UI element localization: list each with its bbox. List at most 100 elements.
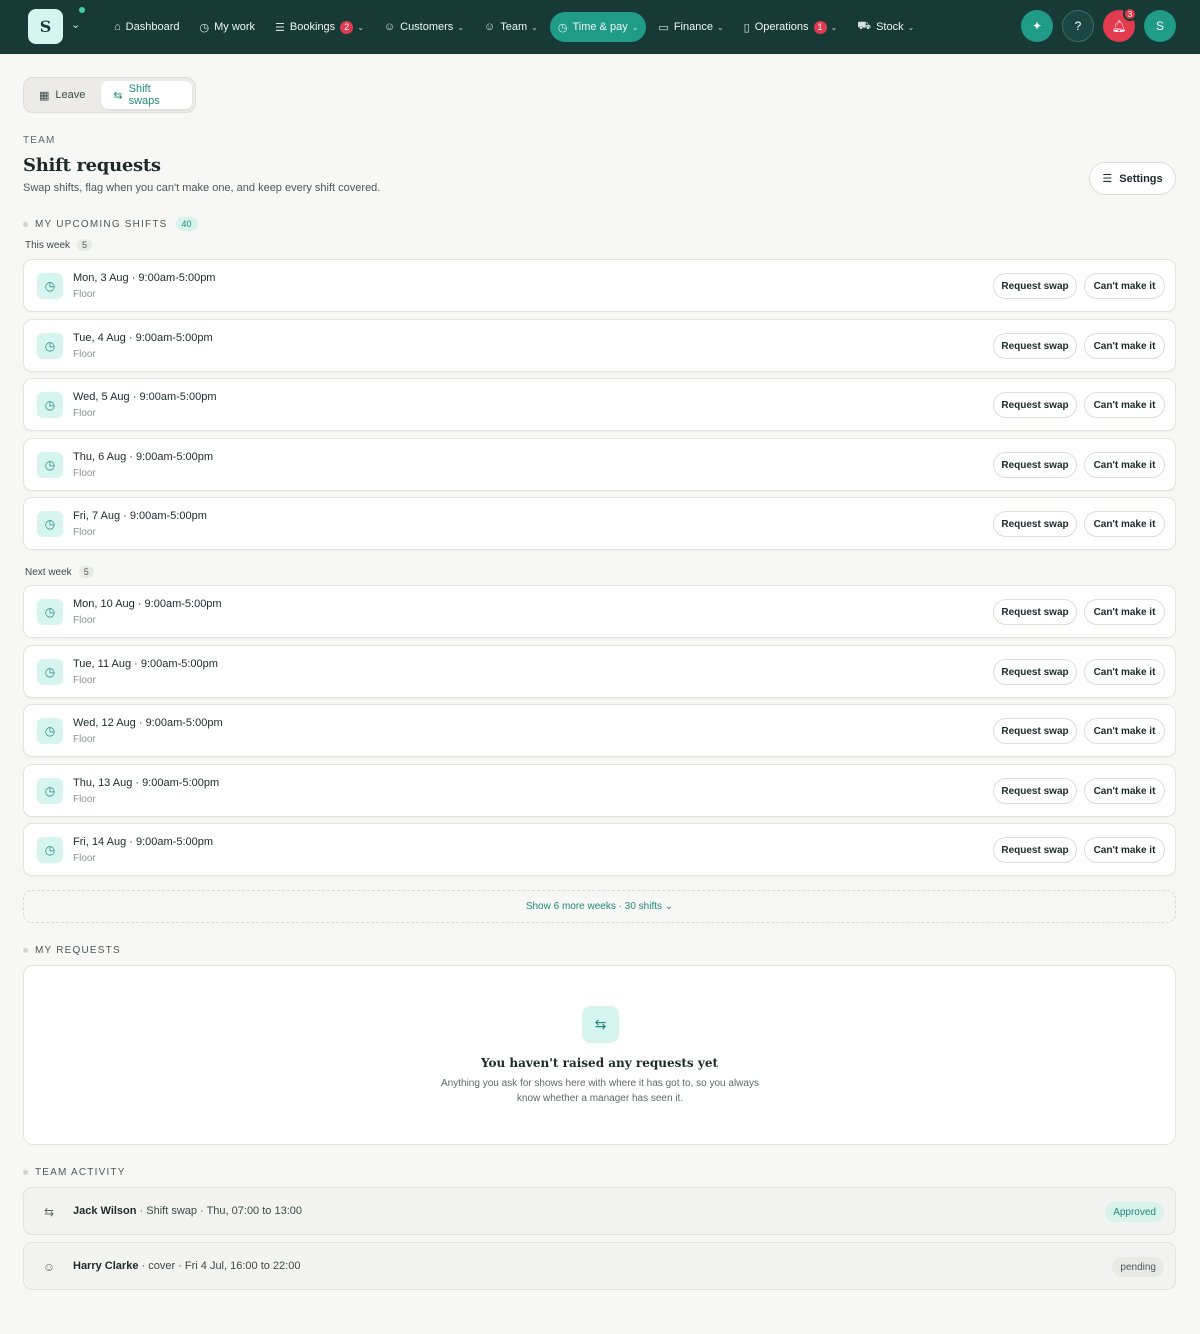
bell-icon[interactable]: 🔔︎ 3 bbox=[1103, 7, 1137, 42]
nav-item-operations[interactable]: ▯ Operations 1 ⌄ bbox=[736, 12, 846, 42]
clock-icon: ◷ bbox=[37, 599, 63, 625]
workspace-chevron-down-icon[interactable]: ⌄ bbox=[71, 18, 80, 31]
bullet-icon bbox=[23, 1170, 28, 1175]
upcoming-shifts-label: MY UPCOMING SHIFTS bbox=[35, 218, 168, 230]
nav-item-label: Operations bbox=[754, 21, 809, 33]
shift-title: Fri, 14 Aug · 9:00am-5:00pm bbox=[73, 836, 214, 848]
shift-title: Tue, 4 Aug · 9:00am-5:00pm bbox=[73, 332, 213, 344]
request-swap-button[interactable]: Request swap bbox=[993, 778, 1077, 804]
person-icon: ☺ bbox=[42, 1260, 56, 1274]
bullet-icon bbox=[23, 948, 28, 953]
clock-icon: ◷ bbox=[37, 452, 63, 478]
activity-row[interactable]: ☺ Harry Clarke · cover · Fri 4 Jul, 16:0… bbox=[23, 1242, 1176, 1290]
nav-icon: ▯ bbox=[743, 21, 750, 34]
cant-make-it-button[interactable]: Can't make it bbox=[1084, 837, 1165, 863]
nav-item-time-pay[interactable]: ◷ Time & pay ⌄ bbox=[549, 12, 647, 42]
chevron-down-icon: ⌄ bbox=[457, 22, 465, 32]
request-swap-button[interactable]: Request swap bbox=[993, 392, 1077, 418]
top-navigation: S ⌄ ⌂ Dashboard ◷ My work ☰ Bookings 2 ⌄ ☺ Custom… bbox=[0, 0, 1200, 54]
my-requests-label: MY REQUESTS bbox=[35, 945, 121, 956]
shift-card: ◷ Tue, 4 Aug · 9:00am-5:00pm Floor Request … bbox=[23, 319, 1176, 372]
swap-icon: ⇆ bbox=[43, 1205, 55, 1219]
request-swap-button[interactable]: Request swap bbox=[993, 333, 1077, 359]
chevron-down-icon: ⌄ bbox=[631, 22, 639, 32]
shift-location: Floor bbox=[73, 527, 96, 538]
help-icon[interactable]: ? bbox=[1062, 10, 1094, 42]
nav-item-finance[interactable]: ▭ Finance ⌄ bbox=[650, 12, 731, 42]
app-logo[interactable]: S bbox=[28, 9, 63, 44]
nav-item-my-work[interactable]: ◷ My work bbox=[191, 12, 263, 42]
avatar[interactable]: S bbox=[1144, 10, 1176, 42]
tab-leave[interactable]: ▦ Leave bbox=[27, 81, 97, 109]
clock-icon: ◷ bbox=[37, 273, 63, 299]
clock-icon: ◷ bbox=[37, 333, 63, 359]
next-week-count: 5 bbox=[78, 566, 94, 578]
cant-make-it-button[interactable]: Can't make it bbox=[1084, 599, 1165, 625]
chevron-down-icon: ⌄ bbox=[357, 22, 364, 32]
chevron-down-icon: ⌄ bbox=[716, 22, 724, 32]
shift-location: Floor bbox=[73, 675, 96, 686]
shift-card: ◷ Fri, 14 Aug · 9:00am-5:00pm Floor Request… bbox=[23, 823, 1176, 876]
next-week-label: Next week 5 bbox=[25, 566, 94, 578]
upcoming-shifts-heading: MY UPCOMING SHIFTS 40 bbox=[23, 217, 198, 231]
page-subtitle: Swap shifts, flag when you can't make on… bbox=[23, 182, 381, 194]
request-swap-button[interactable]: Request swap bbox=[993, 837, 1077, 863]
settings-label: Settings bbox=[1119, 172, 1163, 185]
request-swap-button[interactable]: Request swap bbox=[993, 452, 1077, 478]
activity-row[interactable]: ⇆ Jack Wilson · Shift swap · Thu, 07:00 … bbox=[23, 1187, 1176, 1235]
team-activity-label: TEAM ACTIVITY bbox=[35, 1167, 126, 1178]
cant-make-it-button[interactable]: Can't make it bbox=[1084, 333, 1165, 359]
shift-title: Wed, 12 Aug · 9:00am-5:00pm bbox=[73, 717, 223, 729]
activity-detail: · cover · Fri 4 Jul, 16:00 to 22:00 bbox=[138, 1260, 301, 1272]
next-week-text: Next week bbox=[25, 566, 72, 578]
activity-person: Harry Clarke bbox=[73, 1260, 139, 1272]
shift-title: Mon, 10 Aug · 9:00am-5:00pm bbox=[73, 598, 222, 610]
empty-state-text: Anything you ask for shows here with whe… bbox=[441, 1078, 759, 1104]
nav-icon: ⛟ bbox=[857, 20, 872, 32]
activity-text: Jack Wilson · Shift swap · Thu, 07:00 to… bbox=[73, 1205, 302, 1217]
cant-make-it-button[interactable]: Can't make it bbox=[1084, 392, 1165, 418]
request-swap-button[interactable]: Request swap bbox=[993, 659, 1077, 685]
cant-make-it-button[interactable]: Can't make it bbox=[1084, 511, 1165, 537]
tab-shift-swaps[interactable]: ⇆ Shift swaps bbox=[101, 81, 192, 109]
request-swap-button[interactable]: Request swap bbox=[993, 511, 1077, 537]
request-swap-button[interactable]: Request swap bbox=[993, 718, 1077, 744]
swap-icon: ⇆ bbox=[582, 1006, 619, 1043]
request-swap-button[interactable]: Request swap bbox=[993, 599, 1077, 625]
cant-make-it-button[interactable]: Can't make it bbox=[1084, 273, 1165, 299]
show-more-weeks-button[interactable]: Show 6 more weeks · 30 shifts ⌄ bbox=[23, 890, 1176, 923]
nav-item-team[interactable]: ☺ Team ⌄ bbox=[476, 12, 546, 42]
cant-make-it-button[interactable]: Can't make it bbox=[1084, 718, 1165, 744]
my-requests-heading: MY REQUESTS bbox=[23, 945, 121, 956]
nav-item-dashboard[interactable]: ⌂ Dashboard bbox=[106, 12, 187, 42]
bullet-icon bbox=[23, 221, 28, 227]
requests-tabs: ▦ Leave ⇆ Shift swaps bbox=[23, 77, 196, 113]
cant-make-it-button[interactable]: Can't make it bbox=[1084, 778, 1165, 804]
nav-item-label: Stock bbox=[876, 21, 904, 33]
nav-icon: ⌂ bbox=[114, 21, 121, 33]
shift-card: ◷ Tue, 11 Aug · 9:00am-5:00pm Floor Request… bbox=[23, 645, 1176, 698]
clock-icon: ◷ bbox=[37, 511, 63, 537]
shift-card: ◷ Wed, 5 Aug · 9:00am-5:00pm Floor Request … bbox=[23, 378, 1176, 431]
nav-item-bookings[interactable]: ☰ Bookings 2 ⌄ bbox=[267, 12, 372, 42]
nav-item-label: Bookings bbox=[289, 21, 336, 33]
request-swap-button[interactable]: Request swap bbox=[993, 273, 1077, 299]
shift-location: Floor bbox=[73, 408, 96, 419]
activity-text: Harry Clarke · cover · Fri 4 Jul, 16:00 … bbox=[73, 1260, 300, 1272]
settings-button[interactable]: ☰ Settings bbox=[1089, 162, 1176, 195]
chevron-down-icon: ⌄ bbox=[531, 22, 538, 32]
empty-state-title: You haven't raised any requests yet bbox=[480, 1056, 718, 1070]
page-eyebrow: TEAM bbox=[23, 135, 56, 146]
this-week-label: This week 5 bbox=[25, 239, 93, 251]
nav-icon: ▭ bbox=[658, 21, 669, 34]
activity-person: Jack Wilson bbox=[73, 1205, 137, 1217]
tab-shift-swaps-label: Shift swaps bbox=[128, 83, 160, 107]
cant-make-it-button[interactable]: Can't make it bbox=[1084, 452, 1165, 478]
cant-make-it-button[interactable]: Can't make it bbox=[1084, 659, 1165, 685]
shift-title: Tue, 11 Aug · 9:00am-5:00pm bbox=[73, 658, 218, 670]
shift-card: ◷ Thu, 6 Aug · 9:00am-5:00pm Floor Request … bbox=[23, 438, 1176, 491]
nav-item-stock[interactable]: ⛟ Stock ⌄ bbox=[849, 12, 922, 42]
shift-title: Thu, 6 Aug · 9:00am-5:00pm bbox=[73, 451, 214, 463]
nav-item-customers[interactable]: ☺ Customers ⌄ bbox=[376, 12, 472, 42]
sparkle-icon[interactable]: ✦ bbox=[1021, 10, 1053, 42]
